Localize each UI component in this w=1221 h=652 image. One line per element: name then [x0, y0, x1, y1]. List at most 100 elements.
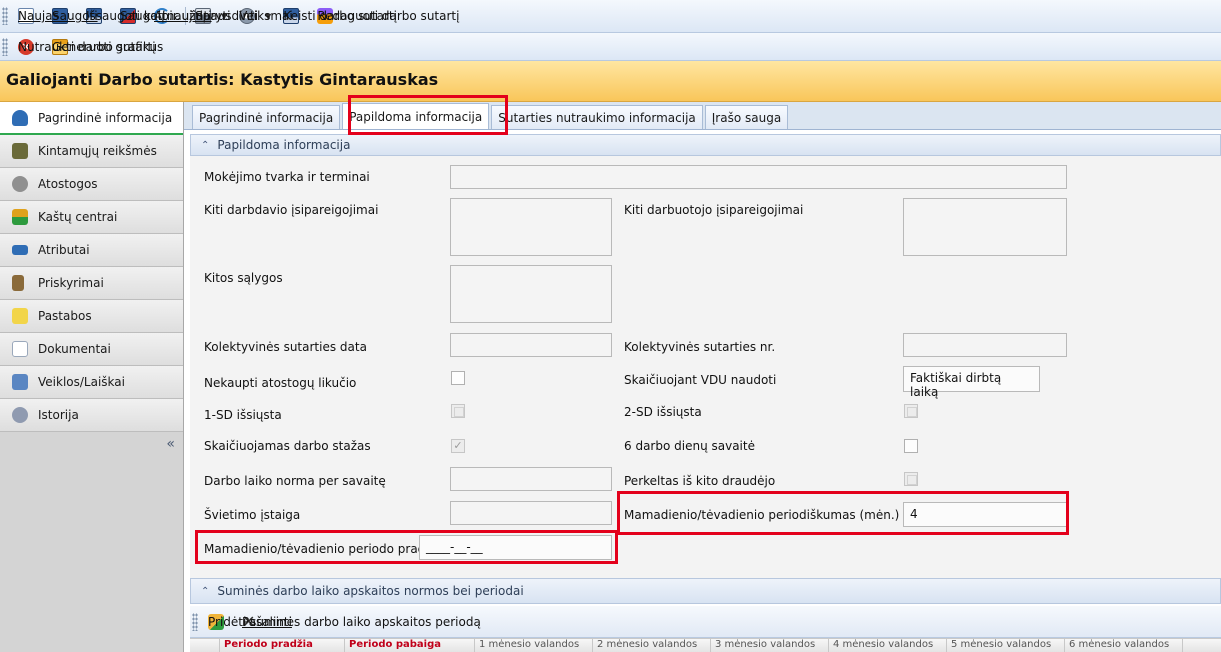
attributes-icon	[12, 245, 28, 255]
sd2-sent-label: 2-SD išsiųsta	[624, 405, 702, 419]
grid-column-header[interactable]: 6 mėnesio valandos	[1065, 639, 1183, 652]
toolbar-grip[interactable]	[2, 37, 8, 56]
education-institution-label: Švietimo įstaiga	[204, 508, 301, 522]
grid-column-header[interactable]: 1 mėnesio valandos	[475, 639, 593, 652]
work-experience-checkbox[interactable]: ✓	[451, 439, 465, 453]
transferred-label: Perkeltas iš kito draudėjo	[624, 474, 776, 488]
new-button[interactable]: Naujas	[12, 4, 59, 28]
toolbar-grip[interactable]	[2, 7, 8, 25]
grid-column-header[interactable]: 5 mėnesio valandos	[947, 639, 1065, 652]
sidebar-item-main-info[interactable]: Pagrindinė informacija	[0, 102, 183, 135]
no-vacation-balance-checkbox[interactable]	[451, 371, 465, 385]
employee-obligations-input[interactable]	[903, 198, 1067, 256]
print-button[interactable]: Spausdinti ▼	[189, 4, 258, 28]
edit-contract-button[interactable]: Redaguoti darbo sutartį	[311, 4, 459, 28]
other-conditions-input[interactable]	[450, 265, 612, 323]
education-institution-input[interactable]	[450, 501, 612, 525]
actions-button[interactable]: Veiksmai ▼	[233, 4, 293, 28]
sidebar-item-assignments[interactable]: Priskyrimai	[0, 267, 183, 300]
sidebar-item-history[interactable]: Istorija	[0, 399, 183, 432]
vdu-calculation-label: Skaičiuojant VDU naudoti	[624, 373, 777, 387]
page-title-bar: Galiojanti Darbo sutartis: Kastytis Gint…	[0, 61, 1221, 102]
tab-record-security[interactable]: Įrašo sauga	[704, 105, 789, 129]
parent-day-periodicity-value: 4	[910, 507, 918, 521]
sidebar-item-label: Atributai	[38, 243, 90, 257]
grid-column-header[interactable]: 3 mėnesio valandos	[711, 639, 829, 652]
sidebar-item-label: Pagrindinė informacija	[38, 110, 173, 125]
sd2-sent-checkbox[interactable]	[904, 404, 918, 418]
note-icon	[12, 308, 28, 324]
tab-label: Pagrindinė informacija	[199, 110, 334, 125]
weekly-hours-norm-input[interactable]	[450, 467, 612, 491]
sidebar-item-label: Priskyrimai	[38, 276, 104, 290]
money-icon	[12, 209, 28, 225]
parent-day-periodicity-input[interactable]: 4	[903, 502, 1067, 527]
terminate-contract-button[interactable]: × Nutraukti darbo sutartį	[12, 35, 156, 59]
employer-obligations-label: Kiti darbdavio įsipareigojimai	[204, 203, 379, 217]
grid-column-header[interactable]: 2 mėnesio valandos	[593, 639, 711, 652]
collapse-sidebar-icon[interactable]: «	[166, 436, 175, 452]
section-header-cumulative[interactable]: ⌃ Suminės darbo laiko apskaitos normos b…	[190, 578, 1221, 604]
grid-column-header[interactable]: Periodo pabaiga	[345, 639, 475, 652]
employer-obligations-input[interactable]	[450, 198, 612, 256]
generate-schedules-button[interactable]: Generuoti grafikus	[46, 35, 163, 59]
change-contract-button[interactable]: Keisti darbo sutartį	[277, 4, 397, 28]
refresh-button[interactable]: Atnaujinti	[148, 4, 212, 28]
tab-label: Papildoma informacija	[349, 109, 483, 124]
save-button[interactable]: Saugoti	[46, 4, 98, 28]
collective-agreement-date-input[interactable]	[450, 333, 612, 357]
main-toolbar: Naujas Saugoti Išsaugoti kaip... Saugoti…	[0, 0, 1221, 33]
collective-agreement-number-label: Kolektyvinės sutarties nr.	[624, 340, 776, 354]
work-experience-label: Skaičiuojamas darbo stažas	[204, 439, 371, 453]
page-title: Galiojanti Darbo sutartis: Kastytis Gint…	[6, 70, 439, 89]
parent-day-start-value: ____-__-__	[426, 540, 483, 554]
pencil-book-icon	[12, 143, 28, 159]
collective-agreement-number-input[interactable]	[903, 333, 1067, 357]
grid-column-header[interactable]: Periodo pradžia	[220, 639, 345, 652]
toolbar-grip[interactable]	[192, 612, 198, 631]
six-day-week-label: 6 darbo dienų savaitė	[624, 439, 755, 453]
sidebar-item-variables[interactable]: Kintamųjų reikšmės	[0, 135, 183, 168]
add-period-button[interactable]: Pridėti suminės darbo laiko apskaitos pe…	[202, 610, 481, 634]
tab-main-info[interactable]: Pagrindinė informacija	[192, 105, 341, 129]
payment-terms-label: Mokėjimo tvarka ir terminai	[204, 170, 370, 184]
collapse-chevron-icon: ⌃	[201, 139, 210, 151]
employee-obligations-label: Kiti darbuotojo įsipareigojimai	[624, 203, 804, 217]
tab-label: Sutarties nutraukimo informacija	[498, 110, 696, 125]
history-icon	[12, 407, 28, 423]
sidebar: Pagrindinė informacija Kintamųjų reikšmė…	[0, 102, 184, 652]
sidebar-item-label: Dokumentai	[38, 342, 111, 356]
palm-icon	[12, 176, 28, 192]
save-as-button[interactable]: Išsaugoti kaip...	[80, 4, 180, 28]
periods-grid-header: Periodo pradžia Periodo pabaiga 1 mėnesi…	[190, 638, 1221, 652]
tab-termination-info[interactable]: Sutarties nutraukimo informacija	[491, 105, 703, 129]
sidebar-item-documents[interactable]: Dokumentai	[0, 333, 183, 366]
sd1-sent-checkbox[interactable]	[451, 404, 465, 418]
collapse-chevron-icon: ⌃	[201, 585, 210, 597]
vdu-calculation-select[interactable]: Faktiškai dirbtą laiką	[903, 366, 1040, 399]
sidebar-item-cost-centers[interactable]: Kaštų centrai	[0, 201, 183, 234]
transferred-checkbox[interactable]	[904, 472, 918, 486]
edit-contract-button-label: Redaguoti darbo sutartį	[317, 9, 460, 23]
weekly-hours-norm-label: Darbo laiko norma per savaitę	[204, 474, 386, 488]
sidebar-item-attributes[interactable]: Atributai	[0, 234, 183, 267]
parent-day-periodicity-label: Mamadienio/tėvadienio periodiškumas (mėn…	[624, 508, 900, 522]
sidebar-item-label: Pastabos	[38, 309, 92, 323]
six-day-week-checkbox[interactable]	[904, 439, 918, 453]
remove-label: Pašalinti	[242, 614, 292, 629]
secondary-toolbar: × Nutraukti darbo sutartį Generuoti grafi…	[0, 33, 1221, 61]
payment-terms-input[interactable]	[450, 165, 1067, 189]
pillar-icon	[12, 275, 24, 291]
sidebar-item-activities[interactable]: Veiklos/Laiškai	[0, 366, 183, 399]
parent-day-start-input[interactable]: ____-__-__	[419, 535, 612, 560]
collective-agreement-date-label: Kolektyvinės sutarties data	[204, 340, 367, 354]
tab-additional-info[interactable]: Papildoma informacija	[342, 103, 490, 129]
sidebar-item-notes[interactable]: Pastabos	[0, 300, 183, 333]
save-close-button[interactable]: Saugoti ir uždaryti	[114, 4, 230, 28]
section-header-additional[interactable]: ⌃ Papildoma informacija	[190, 134, 1221, 156]
grid-column-header[interactable]: 4 mėnesio valandos	[829, 639, 947, 652]
grid-column-selector[interactable]	[190, 639, 220, 652]
sidebar-item-vacations[interactable]: Atostogos	[0, 168, 183, 201]
other-conditions-label: Kitos sąlygos	[204, 271, 283, 285]
tab-label: Įrašo sauga	[711, 110, 782, 125]
